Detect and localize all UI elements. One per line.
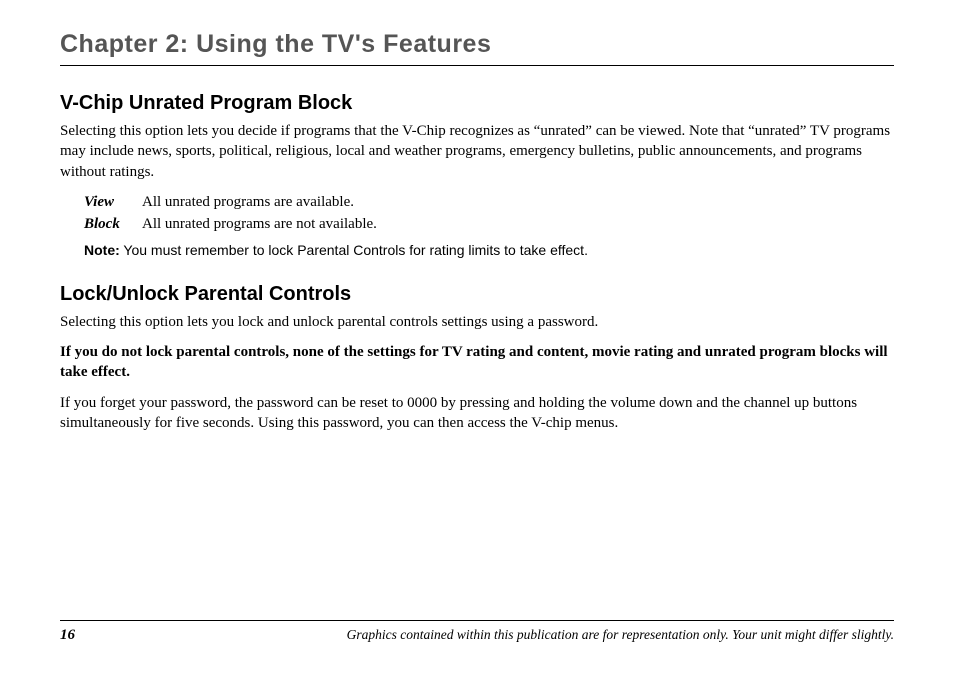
section-intro: Selecting this option lets you decide if… — [60, 121, 894, 182]
chapter-title: Chapter 2: Using the TV's Features — [60, 30, 894, 66]
body-paragraph: If you forget your password, the passwor… — [60, 393, 894, 434]
definition-item: View All unrated programs are available. — [84, 192, 894, 214]
page-footer: 16 Graphics contained within this public… — [60, 620, 894, 644]
definition-term: Block — [84, 214, 134, 236]
section-lock-unlock: Lock/Unlock Parental Controls Selecting … — [60, 283, 894, 433]
footer-disclaimer: Graphics contained within this publicati… — [347, 627, 894, 643]
definition-item: Block All unrated programs are not avail… — [84, 214, 894, 236]
note: Note: You must remember to lock Parental… — [84, 241, 894, 261]
definition-desc: All unrated programs are available. — [142, 192, 354, 214]
definition-desc: All unrated programs are not available. — [142, 214, 377, 236]
note-text: You must remember to lock Parental Contr… — [123, 242, 588, 258]
note-label: Note: — [84, 242, 120, 258]
section-vchip-unrated: V-Chip Unrated Program Block Selecting t… — [60, 92, 894, 261]
page-number: 16 — [60, 627, 75, 644]
section-heading: V-Chip Unrated Program Block — [60, 92, 894, 115]
body-paragraph-emphasis: If you do not lock parental controls, no… — [60, 342, 894, 383]
definition-list: View All unrated programs are available.… — [84, 192, 894, 236]
definition-term: View — [84, 192, 134, 214]
manual-page: Chapter 2: Using the TV's Features V-Chi… — [0, 0, 954, 674]
section-heading: Lock/Unlock Parental Controls — [60, 283, 894, 306]
body-paragraph: Selecting this option lets you lock and … — [60, 312, 894, 332]
